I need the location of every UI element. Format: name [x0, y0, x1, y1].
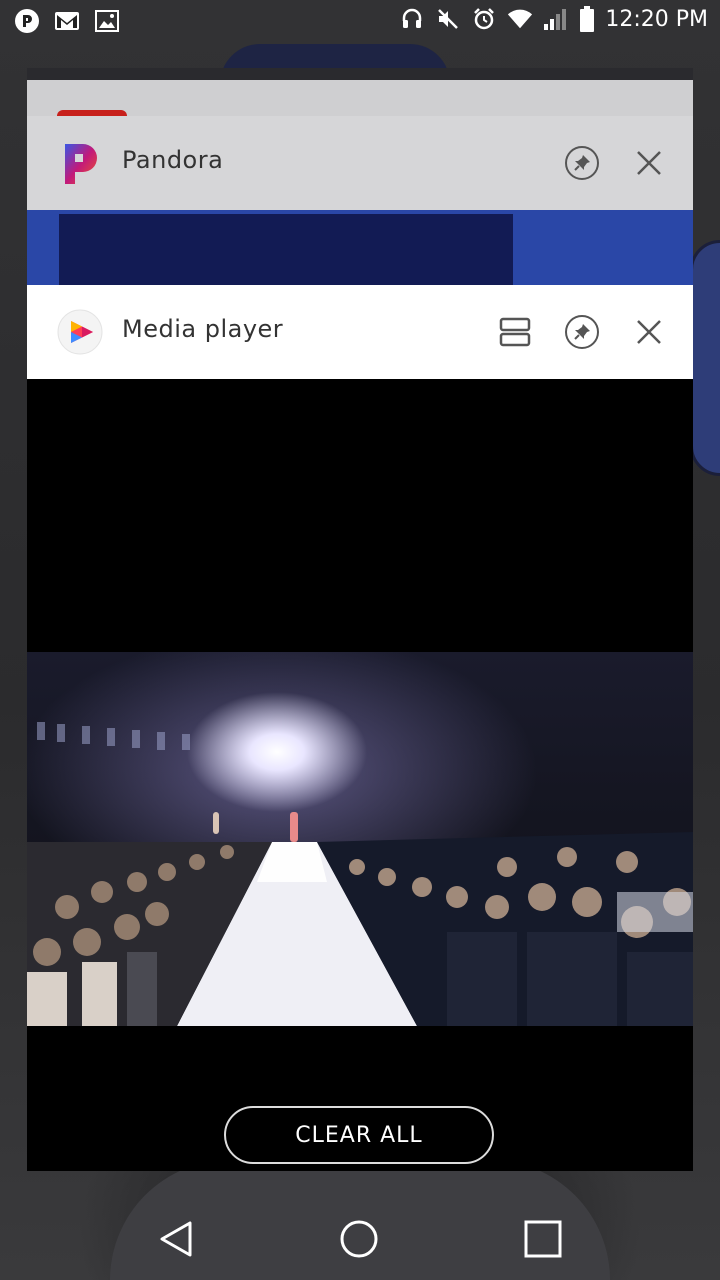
close-icon	[637, 320, 661, 344]
media-player-app-icon	[57, 309, 103, 355]
status-bar: 12:20 PM	[0, 0, 720, 42]
home-icon	[340, 1220, 378, 1258]
card-title: Pandora	[122, 146, 224, 174]
pandora-notification-icon	[14, 8, 40, 34]
recents-icon	[524, 1220, 562, 1258]
back-icon	[160, 1221, 192, 1257]
pin-button[interactable]	[562, 312, 602, 352]
clear-all-button[interactable]: CLEAR ALL	[224, 1106, 494, 1164]
video-preview	[27, 652, 693, 1026]
recent-card-pandora[interactable]: Pandora	[27, 116, 693, 286]
close-button[interactable]	[629, 143, 669, 183]
notification-icons	[14, 8, 120, 34]
pandora-app-icon	[57, 140, 103, 186]
card-header[interactable]: Pandora	[27, 116, 693, 210]
pin-button[interactable]	[562, 143, 602, 183]
close-icon	[637, 151, 661, 175]
battery-icon	[579, 6, 595, 32]
recents-button[interactable]	[518, 1214, 568, 1264]
home-button[interactable]	[334, 1214, 384, 1264]
card-title: Media player	[122, 315, 284, 343]
signal-icon	[543, 6, 569, 32]
back-button[interactable]	[151, 1214, 201, 1264]
split-screen-button[interactable]	[495, 312, 535, 352]
pin-icon	[565, 315, 599, 349]
recent-card-media-player[interactable]: Media player CLEAR ALL	[27, 285, 693, 1171]
close-button[interactable]	[629, 312, 669, 352]
mute-icon	[435, 6, 461, 32]
system-icons: 12:20 PM	[399, 6, 708, 32]
wifi-icon	[507, 6, 533, 32]
gallery-icon	[94, 8, 120, 34]
navigation-bar	[0, 1200, 720, 1280]
status-time: 12:20 PM	[605, 6, 708, 32]
split-screen-icon	[499, 317, 531, 347]
headphones-icon	[399, 6, 425, 32]
wallpaper-shape	[690, 240, 720, 476]
card-header[interactable]: Media player	[27, 285, 693, 379]
gmail-icon	[54, 8, 80, 34]
pin-icon	[565, 146, 599, 180]
alarm-icon	[471, 6, 497, 32]
app-preview	[59, 214, 513, 286]
